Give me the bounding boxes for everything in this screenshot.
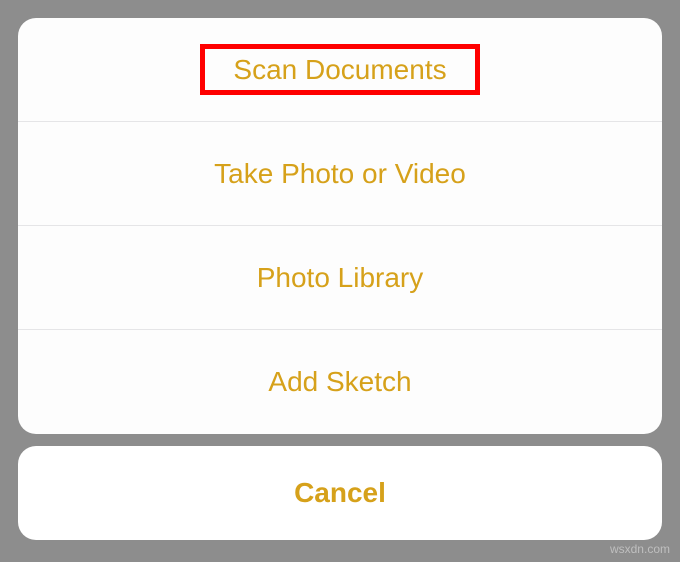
action-sheet-options: Scan Documents Take Photo or Video Photo… xyxy=(18,18,662,434)
cancel-button[interactable]: Cancel xyxy=(18,446,662,540)
option-add-sketch[interactable]: Add Sketch xyxy=(18,330,662,434)
option-label: Add Sketch xyxy=(268,366,411,398)
watermark: wsxdn.com xyxy=(610,542,670,556)
option-label: Take Photo or Video xyxy=(214,158,466,190)
option-take-photo-or-video[interactable]: Take Photo or Video xyxy=(18,122,662,226)
option-label: Photo Library xyxy=(257,262,424,294)
action-sheet: Scan Documents Take Photo or Video Photo… xyxy=(18,18,662,540)
option-scan-documents[interactable]: Scan Documents xyxy=(18,18,662,122)
cancel-label: Cancel xyxy=(294,477,386,509)
option-label: Scan Documents xyxy=(233,54,446,86)
option-photo-library[interactable]: Photo Library xyxy=(18,226,662,330)
